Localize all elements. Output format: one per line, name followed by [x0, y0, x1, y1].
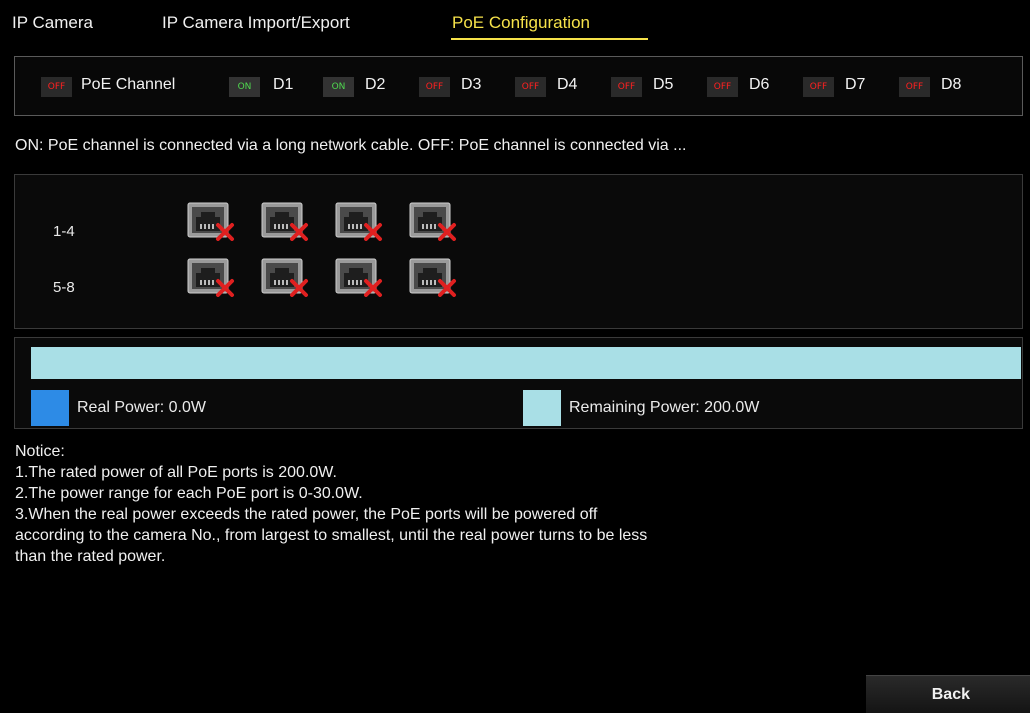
channel-d5-toggle[interactable]: OFF [611, 77, 642, 97]
channel-d6-toggle[interactable]: OFF [707, 77, 738, 97]
tab-ip-camera-import-export[interactable]: IP Camera Import/Export [162, 13, 350, 33]
channel-d8-toggle[interactable]: OFF [899, 77, 930, 97]
poe-port-7-disconnected-icon[interactable] [335, 257, 385, 297]
notice-line-5: than the rated power. [15, 548, 166, 565]
poe-port-5-disconnected-icon[interactable] [187, 257, 237, 297]
notice-title: Notice: [15, 443, 65, 460]
notice-line-2: 2.The power range for each PoE port is 0… [15, 485, 363, 502]
port-row-label-5-8: 5-8 [53, 279, 75, 296]
channel-d2-toggle[interactable]: ON [323, 77, 354, 97]
poe-ports-panel: 1-4 5-8 [14, 174, 1023, 329]
poe-port-1-disconnected-icon[interactable] [187, 201, 237, 241]
tab-poe-configuration[interactable]: PoE Configuration [452, 13, 590, 33]
tab-ip-camera[interactable]: IP Camera [12, 13, 93, 33]
channel-d7-label: D7 [845, 76, 866, 93]
poe-channel-toggle[interactable]: OFF [41, 77, 72, 97]
poe-channel-label: PoE Channel [81, 76, 176, 93]
poe-port-3-disconnected-icon[interactable] [335, 201, 385, 241]
power-usage-bar [31, 347, 1021, 379]
channel-d6-label: D6 [749, 76, 770, 93]
notice-line-3: 3.When the real power exceeds the rated … [15, 506, 598, 523]
active-tab-indicator [451, 38, 648, 40]
poe-port-2-disconnected-icon[interactable] [261, 201, 311, 241]
channel-d8-label: D8 [941, 76, 962, 93]
real-power-swatch [31, 390, 69, 426]
poe-info-text: ON: PoE channel is connected via a long … [15, 137, 687, 154]
poe-port-4-disconnected-icon[interactable] [409, 201, 459, 241]
notice-line-1: 1.The rated power of all PoE ports is 20… [15, 464, 337, 481]
tab-bar: IP Camera IP Camera Import/Export PoE Co… [0, 0, 1030, 44]
poe-channel-panel: OFF PoE Channel ON D1 ON D2 OFF D3 OFF D… [14, 56, 1023, 116]
port-row-label-1-4: 1-4 [53, 223, 75, 240]
channel-d4-toggle[interactable]: OFF [515, 77, 546, 97]
poe-port-6-disconnected-icon[interactable] [261, 257, 311, 297]
channel-d7-toggle[interactable]: OFF [803, 77, 834, 97]
back-button[interactable]: Back [866, 675, 1030, 713]
remaining-power-label: Remaining Power: 200.0W [569, 399, 760, 416]
notice-section: Notice: 1.The rated power of all PoE por… [15, 441, 647, 567]
channel-d1-label: D1 [273, 76, 294, 93]
remaining-power-swatch [523, 390, 561, 426]
notice-line-4: according to the camera No., from larges… [15, 527, 648, 544]
channel-d5-label: D5 [653, 76, 674, 93]
channel-d3-toggle[interactable]: OFF [419, 77, 450, 97]
channel-d1-toggle[interactable]: ON [229, 77, 260, 97]
real-power-label: Real Power: 0.0W [77, 399, 206, 416]
channel-d2-label: D2 [365, 76, 386, 93]
power-panel: Real Power: 0.0W Remaining Power: 200.0W [14, 337, 1023, 429]
poe-port-8-disconnected-icon[interactable] [409, 257, 459, 297]
channel-d3-label: D3 [461, 76, 482, 93]
channel-d4-label: D4 [557, 76, 578, 93]
